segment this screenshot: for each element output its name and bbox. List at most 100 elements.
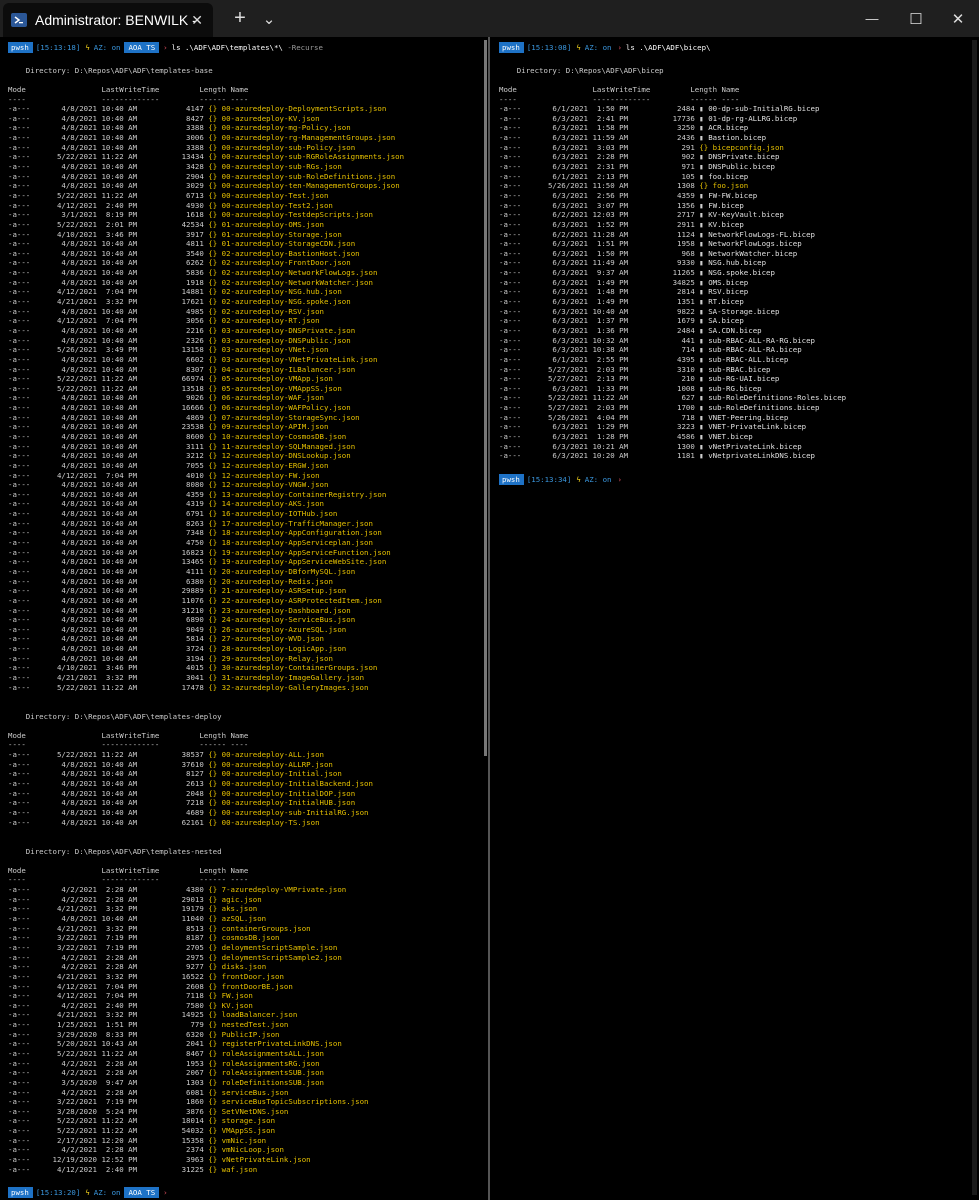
file-row[interactable]: -a--- 6/3/2021 3:07 PM 1356 ▮ FW.bicep <box>491 201 971 211</box>
pane-divider[interactable] <box>488 37 490 1200</box>
file-row[interactable]: -a--- 6/3/2021 1:48 PM 2814 ▮ RSV.bicep <box>491 287 971 297</box>
file-row[interactable]: -a--- 6/3/2021 2:56 PM 4359 ▮ FW-FW.bice… <box>491 191 971 201</box>
file-row[interactable]: -a--- 4/2/2021 2:40 PM 7580 {} KV.json <box>0 1001 486 1011</box>
file-row[interactable]: -a--- 4/8/2021 10:40 AM 9026 {} 06-azure… <box>0 393 486 403</box>
file-row[interactable]: -a--- 5/27/2021 2:03 PM 1700 ▮ sub-RoleD… <box>491 403 971 413</box>
file-row[interactable]: -a--- 4/8/2021 10:40 AM 6380 {} 20-azure… <box>0 577 486 587</box>
file-row[interactable]: -a--- 4/8/2021 10:40 AM 3388 {} 00-azure… <box>0 143 486 153</box>
file-row[interactable]: -a--- 5/26/2021 11:50 AM 1308 {} foo.jso… <box>491 181 971 191</box>
scrollbar[interactable] <box>484 40 487 756</box>
file-row[interactable]: -a--- 4/8/2021 10:40 AM 8427 {} 00-azure… <box>0 114 486 124</box>
minimize-button[interactable]: — <box>852 0 892 37</box>
file-row[interactable]: -a--- 5/22/2021 11:22 AM 17478 {} 32-azu… <box>0 683 486 693</box>
file-row[interactable]: -a--- 4/8/2021 10:40 AM 16666 {} 06-azur… <box>0 403 486 413</box>
file-row[interactable]: -a--- 4/8/2021 10:40 AM 3428 {} 00-azure… <box>0 162 486 172</box>
file-row[interactable]: -a--- 6/2/2021 12:03 PM 2717 ▮ KV-KeyVau… <box>491 210 971 220</box>
file-row[interactable]: -a--- 4/8/2021 10:40 AM 7348 {} 18-azure… <box>0 528 486 538</box>
file-row[interactable]: -a--- 5/27/2021 2:03 PM 3310 ▮ sub-RBAC.… <box>491 365 971 375</box>
file-row[interactable]: -a--- 5/22/2021 11:22 AM 38537 {} 00-azu… <box>0 750 486 760</box>
file-row[interactable]: -a--- 2/17/2021 12:20 AM 15358 {} vmNic.… <box>0 1136 486 1146</box>
file-row[interactable]: -a--- 4/8/2021 10:40 AM 4750 {} 18-azure… <box>0 538 486 548</box>
file-row[interactable]: -a--- 4/8/2021 10:40 AM 29889 {} 21-azur… <box>0 586 486 596</box>
file-row[interactable]: -a--- 6/3/2021 1:37 PM 1679 ▮ SA.bicep <box>491 316 971 326</box>
file-row[interactable]: -a--- 4/8/2021 10:40 AM 8263 {} 17-azure… <box>0 519 486 529</box>
file-row[interactable]: -a--- 4/8/2021 10:40 AM 31210 {} 23-azur… <box>0 606 486 616</box>
file-row[interactable]: -a--- 4/8/2021 10:40 AM 2326 {} 03-azure… <box>0 336 486 346</box>
file-row[interactable]: -a--- 4/8/2021 10:40 AM 3388 {} 00-azure… <box>0 123 486 133</box>
file-row[interactable]: -a--- 4/2/2021 2:28 AM 2975 {} deloyment… <box>0 953 486 963</box>
file-row[interactable]: -a--- 6/3/2021 3:03 PM 291 {} bicepconfi… <box>491 143 971 153</box>
file-row[interactable]: -a--- 6/3/2021 1:29 PM 3223 ▮ VNET-Priva… <box>491 422 971 432</box>
file-row[interactable]: -a--- 6/3/2021 10:40 AM 9822 ▮ SA-Storag… <box>491 307 971 317</box>
file-row[interactable]: -a--- 6/1/2021 2:55 PM 4395 ▮ sub-RBAC-A… <box>491 355 971 365</box>
file-row[interactable]: -a--- 3/22/2021 7:19 PM 8187 {} cosmosDB… <box>0 933 486 943</box>
file-row[interactable]: -a--- 4/2/2021 2:28 AM 29013 {} agic.jso… <box>0 895 486 905</box>
file-row[interactable]: -a--- 4/8/2021 10:40 AM 8127 {} 00-azure… <box>0 769 486 779</box>
tab-dropdown-icon[interactable]: ⌄ <box>256 0 282 37</box>
file-row[interactable]: -a--- 4/8/2021 10:40 AM 6890 {} 24-azure… <box>0 615 486 625</box>
file-row[interactable]: -a--- 6/1/2021 2:13 PM 105 ▮ foo.bicep <box>491 172 971 182</box>
file-row[interactable]: -a--- 5/22/2021 2:01 PM 42534 {} 01-azur… <box>0 220 486 230</box>
file-row[interactable]: -a--- 4/8/2021 10:40 AM 4985 {} 02-azure… <box>0 307 486 317</box>
file-row[interactable]: -a--- 4/2/2021 2:28 AM 6081 {} serviceBu… <box>0 1088 486 1098</box>
file-row[interactable]: -a--- 4/10/2021 3:46 PM 3917 {} 01-azure… <box>0 230 486 240</box>
file-row[interactable]: -a--- 4/8/2021 10:40 AM 9049 {} 26-azure… <box>0 625 486 635</box>
file-row[interactable]: -a--- 5/26/2021 3:49 PM 13158 {} 03-azur… <box>0 345 486 355</box>
file-row[interactable]: -a--- 5/22/2021 11:22 AM 13518 {} 05-azu… <box>0 384 486 394</box>
file-row[interactable]: -a--- 4/8/2021 10:40 AM 6602 {} 03-azure… <box>0 355 486 365</box>
file-row[interactable]: -a--- 4/8/2021 10:40 AM 16823 {} 19-azur… <box>0 548 486 558</box>
file-row[interactable]: -a--- 4/8/2021 10:40 AM 2048 {} 00-azure… <box>0 789 486 799</box>
file-row[interactable]: -a--- 4/8/2021 10:40 AM 6262 {} 02-azure… <box>0 258 486 268</box>
file-row[interactable]: -a--- 4/8/2021 10:40 AM 4869 {} 07-azure… <box>0 413 486 423</box>
right-terminal-pane[interactable]: pwsh [15:13:08] ϟ AZ: on › ls .\ADF\ADF\… <box>491 37 971 1200</box>
file-row[interactable]: -a--- 4/8/2021 10:40 AM 3724 {} 28-azure… <box>0 644 486 654</box>
file-row[interactable]: -a--- 4/8/2021 10:40 AM 62161 {} 00-azur… <box>0 818 486 828</box>
file-row[interactable]: -a--- 6/3/2021 1:28 PM 4586 ▮ VNET.bicep <box>491 432 971 442</box>
file-row[interactable]: -a--- 5/26/2021 4:04 PM 718 ▮ VNET-Peeri… <box>491 413 971 423</box>
file-row[interactable]: -a--- 4/8/2021 10:40 AM 23538 {} 09-azur… <box>0 422 486 432</box>
file-row[interactable]: -a--- 6/1/2021 1:50 PM 2484 ▮ 00-dp-sub-… <box>491 104 971 114</box>
file-row[interactable]: -a--- 4/8/2021 10:40 AM 13465 {} 19-azur… <box>0 557 486 567</box>
file-row[interactable]: -a--- 6/3/2021 2:41 PM 17736 ▮ 01-dp-rg-… <box>491 114 971 124</box>
file-row[interactable]: -a--- 12/19/2020 12:52 PM 3963 {} vNetPr… <box>0 1155 486 1165</box>
file-row[interactable]: -a--- 4/2/2021 2:28 AM 4380 {} 7-azurede… <box>0 885 486 895</box>
file-row[interactable]: -a--- 5/27/2021 2:13 PM 210 ▮ sub-RG-UAI… <box>491 374 971 384</box>
file-row[interactable]: -a--- 4/8/2021 10:40 AM 4689 {} 00-azure… <box>0 808 486 818</box>
file-row[interactable]: -a--- 4/2/2021 2:28 AM 2374 {} vmNicLoop… <box>0 1145 486 1155</box>
file-row[interactable]: -a--- 1/25/2021 1:51 PM 779 {} nestedTes… <box>0 1020 486 1030</box>
file-row[interactable]: -a--- 6/3/2021 11:59 AM 2436 ▮ Bastion.b… <box>491 133 971 143</box>
file-row[interactable]: -a--- 3/22/2021 7:19 PM 2705 {} deloymen… <box>0 943 486 953</box>
file-row[interactable]: -a--- 4/12/2021 7:04 PM 7118 {} FW.json <box>0 991 486 1001</box>
file-row[interactable]: -a--- 5/22/2021 11:22 AM 8467 {} roleAss… <box>0 1049 486 1059</box>
file-row[interactable]: -a--- 6/3/2021 11:49 AM 9330 ▮ NSG.hub.b… <box>491 258 971 268</box>
left-terminal-pane[interactable]: pwsh [15:13:18] ϟ AZ: on AOA TS › ls .\A… <box>0 37 486 1200</box>
file-row[interactable]: -a--- 4/21/2021 3:32 PM 14925 {} loadBal… <box>0 1010 486 1020</box>
file-row[interactable]: -a--- 4/8/2021 10:40 AM 8600 {} 10-azure… <box>0 432 486 442</box>
file-row[interactable]: -a--- 4/2/2021 2:28 AM 1953 {} roleAssig… <box>0 1059 486 1069</box>
file-row[interactable]: -a--- 6/3/2021 10:32 AM 441 ▮ sub-RBAC-A… <box>491 336 971 346</box>
file-row[interactable]: -a--- 4/21/2021 3:32 PM 8513 {} containe… <box>0 924 486 934</box>
file-row[interactable]: -a--- 4/12/2021 2:40 PM 4930 {} 00-azure… <box>0 201 486 211</box>
file-row[interactable]: -a--- 6/3/2021 1:58 PM 3250 ▮ ACR.bicep <box>491 123 971 133</box>
file-row[interactable]: -a--- 4/8/2021 10:40 AM 3029 {} 00-azure… <box>0 181 486 191</box>
file-row[interactable]: -a--- 4/21/2021 3:32 PM 19179 {} aks.jso… <box>0 904 486 914</box>
file-row[interactable]: -a--- 4/8/2021 10:40 AM 4359 {} 13-azure… <box>0 490 486 500</box>
file-row[interactable]: -a--- 4/21/2021 3:32 PM 16522 {} frontDo… <box>0 972 486 982</box>
file-row[interactable]: -a--- 4/8/2021 10:40 AM 3111 {} 11-azure… <box>0 442 486 452</box>
file-row[interactable]: -a--- 6/3/2021 10:38 AM 714 ▮ sub-RBAC-A… <box>491 345 971 355</box>
file-row[interactable]: -a--- 4/8/2021 10:40 AM 3212 {} 12-azure… <box>0 451 486 461</box>
file-row[interactable]: -a--- 6/3/2021 1:33 PM 1008 ▮ sub-RG.bic… <box>491 384 971 394</box>
file-row[interactable]: -a--- 4/21/2021 3:32 PM 17621 {} 02-azur… <box>0 297 486 307</box>
file-row[interactable]: -a--- 4/8/2021 10:40 AM 2904 {} 00-azure… <box>0 172 486 182</box>
file-row[interactable]: -a--- 5/22/2021 11:22 AM 627 ▮ sub-RoleD… <box>491 393 971 403</box>
file-row[interactable]: -a--- 4/8/2021 10:40 AM 3194 {} 29-azure… <box>0 654 486 664</box>
file-row[interactable]: -a--- 5/22/2021 11:22 AM 54032 {} VMAppS… <box>0 1126 486 1136</box>
file-row[interactable]: -a--- 4/8/2021 10:40 AM 4319 {} 14-azure… <box>0 499 486 509</box>
file-row[interactable]: -a--- 4/8/2021 10:40 AM 2216 {} 03-azure… <box>0 326 486 336</box>
file-row[interactable]: -a--- 4/8/2021 10:40 AM 1918 {} 02-azure… <box>0 278 486 288</box>
file-row[interactable]: -a--- 4/8/2021 10:40 AM 8307 {} 04-azure… <box>0 365 486 375</box>
file-row[interactable]: -a--- 4/8/2021 10:40 AM 37610 {} 00-azur… <box>0 760 486 770</box>
file-row[interactable]: -a--- 5/22/2021 11:22 AM 6713 {} 00-azur… <box>0 191 486 201</box>
file-row[interactable]: -a--- 4/8/2021 10:40 AM 7055 {} 12-azure… <box>0 461 486 471</box>
file-row[interactable]: -a--- 6/3/2021 10:20 AM 1181 ▮ vNetpriva… <box>491 451 971 461</box>
